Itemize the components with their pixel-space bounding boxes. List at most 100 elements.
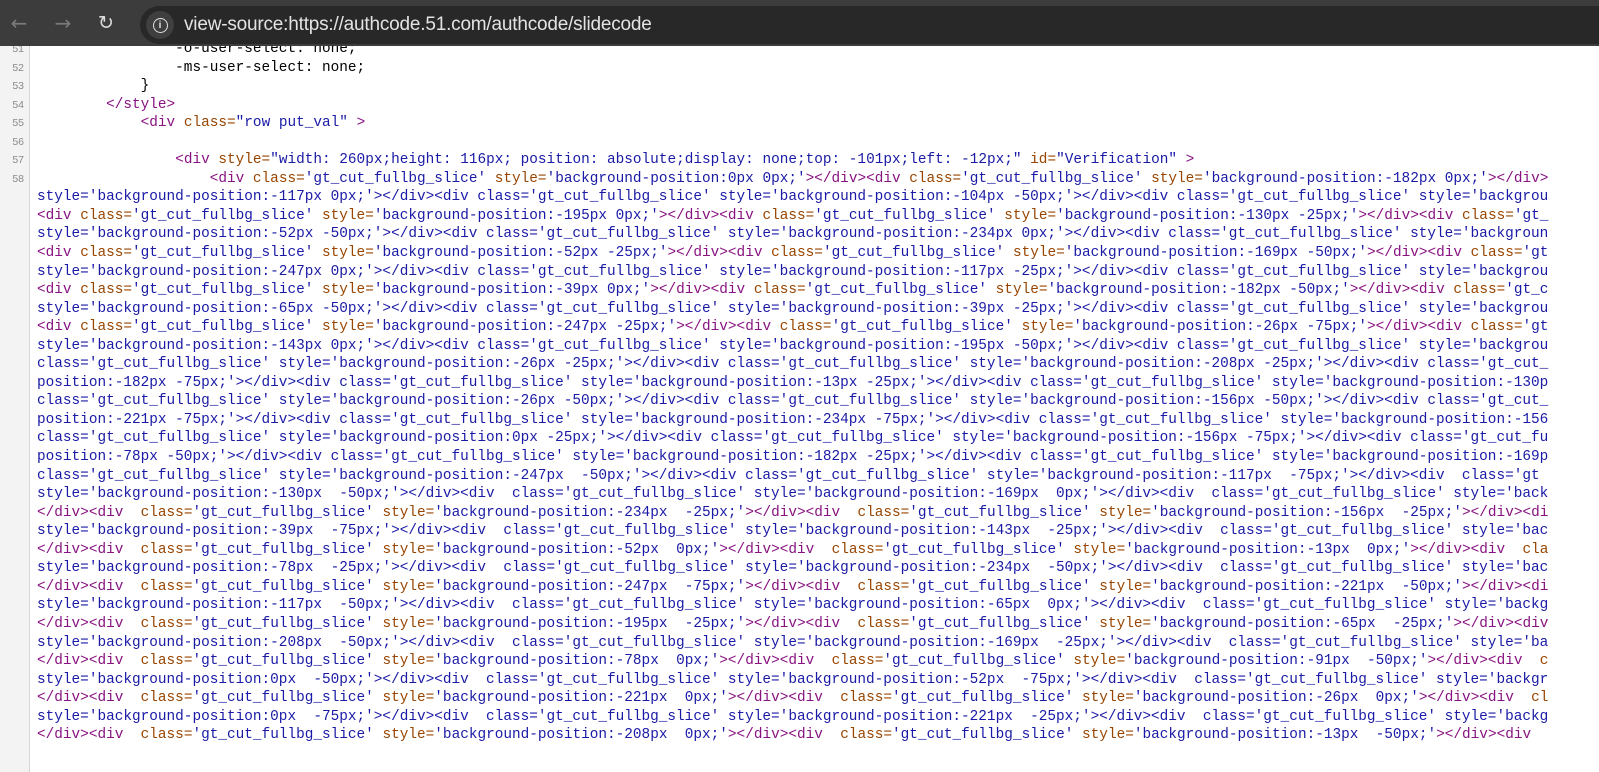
- code-token: ></div><div: [805, 170, 901, 187]
- code-token: ></div><div: [658, 207, 754, 224]
- line-number: 52: [12, 61, 24, 74]
- code-token: class=: [857, 504, 910, 521]
- code-token: 'gt_cut_fullbg_slice': [892, 727, 1074, 744]
- view-source-content: 51 -o-user-select: none; 52 -ms-user-sele…: [0, 46, 1599, 772]
- code-token: style=: [382, 504, 435, 521]
- code-token: 'gt_cut_fullbg_slice': [909, 615, 1091, 632]
- code-token: class=: [1462, 207, 1514, 224]
- code-token: class=: [857, 615, 910, 632]
- code-token: style=: [382, 578, 435, 595]
- code-token: 'background-position:-52px 0px;': [434, 541, 720, 558]
- code-token: 'gt_cut_fullbg_slice': [883, 541, 1065, 558]
- code-token: ></div><div: [676, 319, 772, 336]
- line-code: style='background-position:-78px -25px;'…: [37, 560, 1549, 577]
- code-token: 'gt_cut_fullbg_slice': [192, 578, 374, 595]
- code-token: 'gt_: [1513, 207, 1549, 224]
- browser-toolbar: ← → ↻ i view-source:https://authcode.51.…: [0, 0, 1599, 46]
- code-token: style=: [382, 690, 435, 707]
- code-token: 'gt_cut_fullbg_slice': [192, 615, 374, 632]
- code-token: </div><div: [37, 504, 124, 521]
- code-token: 'gt_cut_fullbg_slice': [192, 541, 374, 558]
- address-bar[interactable]: i view-source:https://authcode.51.com/au…: [140, 6, 1599, 44]
- code-token: class=: [252, 170, 305, 187]
- line-code: class='gt_cut_fullbg_slice' style='backg…: [37, 467, 1540, 484]
- line-code: class='gt_cut_fullbg_slice' style='backg…: [37, 356, 1549, 373]
- code-token: 'gt_c: [1505, 282, 1549, 299]
- code-token: ></div><div: [1453, 615, 1549, 632]
- code-token: 'gt_cut_fullbg_slice': [132, 207, 314, 224]
- code-token: class=: [80, 319, 133, 336]
- code-token: 'gt_cut_fullbg_slice': [883, 653, 1065, 670]
- info-icon[interactable]: i: [146, 11, 174, 39]
- code-token: </div><div: [37, 690, 124, 707]
- line-code: <div class='gt_cut_fullbg_slice' style='…: [37, 170, 1597, 189]
- code-token: class=: [140, 690, 193, 707]
- line-code: }: [37, 78, 150, 95]
- code-token: 'gt_cut_fullbg_slice': [892, 690, 1074, 707]
- code-token: cla: [1522, 541, 1549, 558]
- reload-icon[interactable]: ↻: [91, 8, 121, 38]
- code-token: </div><div: [37, 727, 124, 744]
- source-line: style='background-position:-78px -25px;'…: [0, 559, 1599, 578]
- code-token: 'background-position:-195px -25px;': [434, 615, 746, 632]
- code-token: 'gt_cut_fullbg_slice': [805, 282, 988, 299]
- code-token: </div><div: [37, 541, 124, 558]
- source-line: </div><div class='gt_cut_fullbg_slice' s…: [0, 541, 1599, 560]
- code-token: 'gt_cut_fullbg_slice': [192, 653, 374, 670]
- code-token: class=: [140, 504, 193, 521]
- code-token: style=: [494, 170, 547, 187]
- url-text[interactable]: view-source:https://authcode.51.com/auth…: [184, 14, 652, 36]
- line-code: style='background-position:-208px -50px;…: [37, 634, 1549, 651]
- code-token: ></div><div: [719, 653, 815, 670]
- source-line: class='gt_cut_fullbg_slice' style='backg…: [0, 429, 1599, 448]
- code-token: 'background-position:-65px -25px;': [1151, 615, 1454, 632]
- code-token: 'gt: [1522, 319, 1549, 336]
- line-code: <div style="width: 260px;height: 116px; …: [37, 151, 1597, 170]
- code-token: cl: [1531, 690, 1549, 707]
- code-token: ></div><div: [1367, 245, 1463, 262]
- code-token: class=: [831, 541, 884, 558]
- line-code: style='background-position:-247px 0px;'>…: [37, 263, 1549, 280]
- code-token: style=: [1073, 653, 1126, 670]
- line-number: 53: [12, 80, 24, 93]
- line-code: <div class='gt_cut_fullbg_slice' style='…: [37, 207, 1597, 226]
- line-code: </div><div class='gt_cut_fullbg_slice' s…: [37, 504, 1597, 523]
- line-code: -o-user-select: none;: [37, 46, 357, 57]
- code-token: class=: [1470, 245, 1523, 262]
- code-token: class=: [80, 245, 133, 262]
- code-token: ></div><di: [1462, 504, 1549, 521]
- code-token: ></div><di: [1462, 578, 1549, 595]
- code-token: class=: [140, 653, 193, 670]
- code-token: 'gt: [1522, 245, 1549, 262]
- code-token: class=: [831, 653, 884, 670]
- source-line: 55 <div class="row put_val" >: [0, 114, 1599, 133]
- code-token: 'gt_cut_fullbg_slice': [132, 282, 314, 299]
- code-token: ></div><div: [1410, 541, 1506, 558]
- source-line: class='gt_cut_fullbg_slice' style='backg…: [0, 355, 1599, 374]
- code-token: class=: [857, 578, 910, 595]
- code-token: class=: [183, 115, 236, 132]
- forward-arrow-icon[interactable]: →: [48, 8, 78, 38]
- code-token: 'gt_cut_fullbg_slice': [909, 578, 1091, 595]
- code-token: ></div><div: [727, 727, 823, 744]
- code-token: 'gt_cut_fullbg_slice': [132, 245, 314, 262]
- code-token: ></div>: [1487, 170, 1549, 187]
- code-token: style=: [1004, 207, 1057, 224]
- code-token: 'gt_cut_fullbg_slice': [192, 727, 374, 744]
- line-code: <div class="row put_val" >: [37, 114, 1597, 133]
- code-token: style=: [995, 282, 1048, 299]
- line-code: <div class='gt_cut_fullbg_slice' style='…: [37, 281, 1597, 300]
- line-code: style='background-position:-117px -50px;…: [37, 597, 1549, 614]
- code-token: 'gt_cut_fullbg_slice': [831, 319, 1013, 336]
- code-token: 'background-position:-130px -25px;': [1056, 207, 1359, 224]
- code-token: 'gt_cut_fullbg_slice': [192, 690, 374, 707]
- code-token: 'background-position:-195px 0px;': [373, 207, 659, 224]
- code-token: 'background-position:-221px 0px;': [434, 690, 728, 707]
- source-line: </div><div class='gt_cut_fullbg_slice' s…: [0, 652, 1599, 671]
- back-arrow-icon[interactable]: ←: [4, 8, 34, 38]
- code-token: 'background-position:-156px -25px;': [1151, 504, 1463, 521]
- code-token: class=: [909, 170, 962, 187]
- code-token: <div: [209, 170, 245, 187]
- line-number: 55: [12, 117, 24, 130]
- code-token: "row put_val": [235, 115, 348, 132]
